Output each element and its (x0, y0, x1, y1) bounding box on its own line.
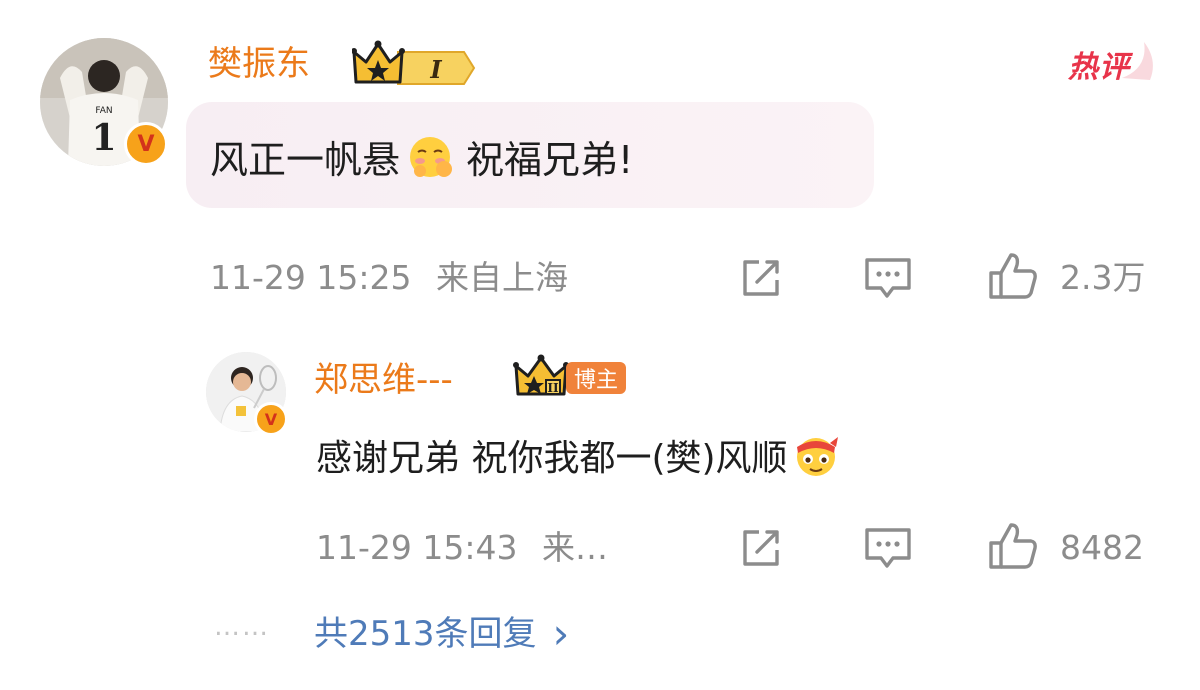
comment-text-part-2: 祝福兄弟! (466, 137, 634, 182)
author-badge: 博主 (566, 362, 627, 394)
crown-level-icon-reply[interactable]: II (512, 354, 572, 398)
more-replies-dots: …… (214, 612, 270, 642)
reply-text[interactable]: 感谢兄弟 祝你我都一(樊)风顺 (316, 430, 840, 480)
svg-text:I: I (429, 55, 442, 84)
reply-text-body: 感谢兄弟 祝你我都一(樊)风顺 (316, 438, 788, 479)
replier-username[interactable]: 郑思维--- (314, 358, 453, 402)
reply-like-count: 8482 (1060, 528, 1144, 567)
reply-meta: 11-29 15:43 来… (316, 526, 608, 570)
comment-icon[interactable] (862, 254, 914, 302)
svg-text:1: 1 (91, 117, 116, 159)
reply-timestamp: 11-29 15:43 (316, 528, 518, 567)
verified-v-icon: V (124, 122, 168, 166)
hot-comment-tag: 热评 (1062, 38, 1162, 85)
share-icon[interactable] (736, 254, 786, 302)
thumbs-up-icon-reply[interactable] (986, 520, 1040, 572)
more-replies-label: 共2513条回复 (314, 614, 537, 654)
reply-location: 来… (541, 528, 608, 567)
thumbs-up-icon[interactable] (986, 250, 1040, 302)
comment-text-part-1: 风正一帆悬 (210, 137, 401, 182)
comment-timestamp: 11-29 15:25 (210, 258, 412, 297)
svg-text:II: II (547, 381, 559, 395)
svg-text:FAN: FAN (95, 106, 112, 116)
chevron-right-icon: › (552, 609, 570, 658)
share-icon-reply[interactable] (736, 524, 786, 572)
comment-meta: 11-29 15:25 来自上海 (210, 256, 568, 300)
comment-like-count: 2.3万 (1060, 258, 1146, 297)
comment-location: 来自上海 (435, 258, 568, 297)
comment-text[interactable]: 风正一帆悬 祝福兄弟! (210, 131, 634, 182)
blessing-emoji-icon (792, 431, 840, 479)
more-replies-link[interactable]: 共2513条回复 › (314, 610, 569, 658)
commenter-username[interactable]: 樊振东 (208, 42, 310, 86)
crown-level-icon[interactable]: I (351, 38, 476, 88)
shy-emoji-icon (406, 133, 458, 179)
comment-icon-reply[interactable] (862, 524, 914, 572)
verified-v-icon-reply: V (254, 402, 288, 436)
